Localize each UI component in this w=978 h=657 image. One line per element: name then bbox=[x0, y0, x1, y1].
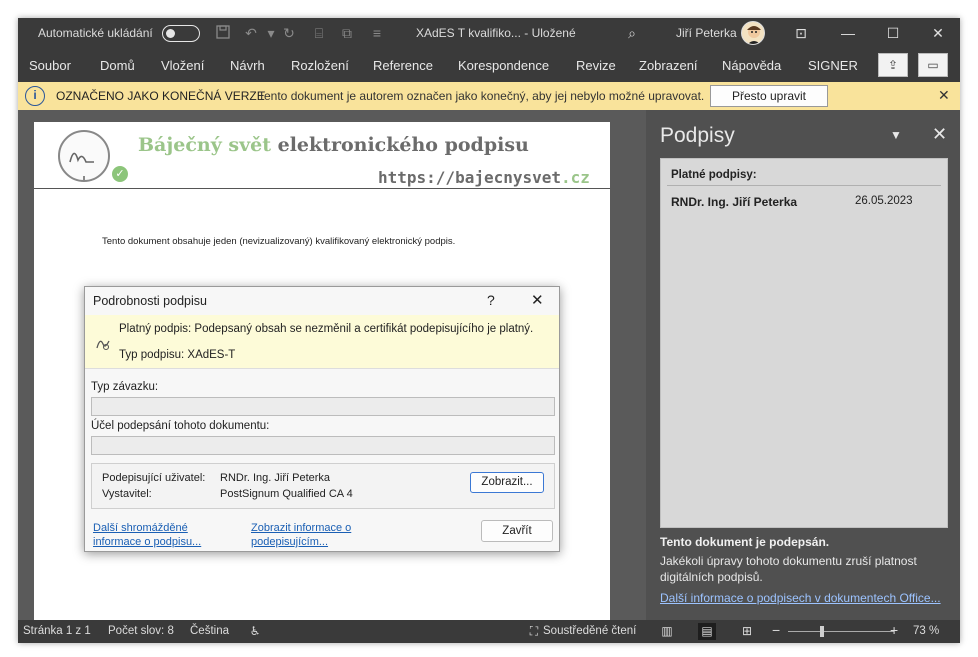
dialog-title: Podrobnosti podpisu bbox=[93, 294, 207, 308]
zoom-slider[interactable] bbox=[788, 631, 894, 632]
web-layout-icon[interactable]: ⊞ bbox=[738, 623, 756, 640]
document-heading: Báječný svět elektronického podpisu bbox=[138, 134, 529, 156]
menu-soubor[interactable]: Soubor bbox=[29, 58, 71, 73]
comments-icon[interactable]: ▭ bbox=[918, 53, 948, 77]
read-mode-icon[interactable]: ▥ bbox=[658, 623, 676, 640]
autosave-label: Automatické ukládání bbox=[38, 26, 153, 40]
maximize-icon[interactable]: ☐ bbox=[883, 23, 903, 43]
commitment-type-label: Typ závazku: bbox=[91, 381, 159, 393]
signing-purpose-field[interactable] bbox=[91, 436, 555, 455]
heading-part1: Báječný svět bbox=[138, 134, 271, 156]
zoom-out-button[interactable]: − bbox=[772, 622, 780, 638]
close-window-icon[interactable]: ✕ bbox=[928, 23, 948, 43]
focus-icon[interactable]: ⛶ bbox=[525, 623, 543, 640]
signatures-pane: Podpisy ▼ ✕ Platné podpisy: RNDr. Ing. J… bbox=[646, 110, 960, 620]
signer-info-group: Podepisující uživatel: RNDr. Ing. Jiří P… bbox=[91, 463, 555, 509]
document-signed-title: Tento dokument je podepsán. bbox=[660, 535, 830, 549]
info-icon: i bbox=[25, 86, 45, 106]
menu-domu[interactable]: Domů bbox=[100, 58, 135, 73]
menu-navrh[interactable]: Návrh bbox=[230, 58, 265, 73]
url-part2: .cz bbox=[561, 168, 590, 187]
signature-status-panel: Platný podpis: Podepsaný obsah se nezměn… bbox=[85, 315, 559, 369]
infobar-close-icon[interactable]: ✕ bbox=[938, 87, 950, 104]
search-icon[interactable]: ⌕ bbox=[623, 24, 641, 42]
issuer-value: PostSignum Qualified CA 4 bbox=[220, 488, 353, 500]
signature-warning-text: Jakékoli úpravy tohoto dokumentu zruší p… bbox=[660, 554, 917, 584]
page-count[interactable]: Stránka 1 z 1 bbox=[23, 625, 91, 637]
zoom-slider-thumb[interactable] bbox=[820, 626, 824, 637]
final-version-infobar: i OZNAČENO JAKO KONEČNÁ VERZE Tento doku… bbox=[18, 82, 960, 110]
signature-valid-icon bbox=[95, 335, 111, 354]
avatar[interactable] bbox=[741, 21, 765, 45]
language-status[interactable]: Čeština bbox=[190, 625, 229, 637]
document-url: https://bajecnysvet.cz bbox=[378, 168, 590, 187]
menu-vlozeni[interactable]: Vložení bbox=[161, 58, 204, 73]
print-layout-icon[interactable]: ▤ bbox=[698, 623, 716, 640]
zoom-in-button[interactable]: + bbox=[890, 622, 898, 638]
layout-icon[interactable]: ⧉ bbox=[338, 24, 356, 42]
show-certificate-button[interactable]: Zobrazit... bbox=[470, 472, 544, 493]
menu-revize[interactable]: Revize bbox=[576, 58, 616, 73]
signing-user-label: Podepisující uživatel: bbox=[102, 472, 206, 484]
globe-logo-icon: ✓ bbox=[58, 130, 128, 184]
share-icon[interactable]: ⇪ bbox=[878, 53, 908, 77]
infobar-message: Tento dokument je autorem označen jako k… bbox=[258, 89, 705, 103]
zoom-level[interactable]: 73 % bbox=[913, 625, 939, 637]
menu-korespondence[interactable]: Korespondence bbox=[458, 58, 549, 73]
signatures-pane-title: Podpisy bbox=[660, 124, 735, 147]
customize-qat-icon[interactable]: ≡ bbox=[368, 24, 386, 42]
signature-details-dialog: Podrobnosti podpisu ? ✕ Platný podpis: P… bbox=[84, 286, 560, 552]
header-divider bbox=[34, 188, 610, 189]
accessibility-icon[interactable]: ♿ bbox=[246, 623, 264, 640]
edit-anyway-button[interactable]: Přesto upravit bbox=[710, 85, 828, 107]
valid-signatures-header: Platné podpisy: bbox=[671, 169, 757, 181]
dialog-close-icon[interactable]: ✕ bbox=[531, 291, 544, 309]
signing-purpose-label: Účel podepsání tohoto dokumentu: bbox=[91, 420, 270, 432]
redo-icon[interactable]: ↻ bbox=[280, 24, 298, 42]
document-body-text: Tento dokument obsahuje jeden (nevizuali… bbox=[102, 236, 456, 247]
undo-icon[interactable]: ↶ bbox=[242, 24, 260, 42]
help-icon[interactable]: ? bbox=[487, 292, 495, 308]
user-name[interactable]: Jiří Peterka bbox=[676, 26, 737, 40]
document-title[interactable]: XAdES T kvalifiko... - Uložené bbox=[416, 26, 576, 40]
check-icon: ✓ bbox=[112, 166, 128, 182]
signing-user-value: RNDr. Ing. Jiří Peterka bbox=[220, 472, 331, 484]
commitment-type-field[interactable] bbox=[91, 397, 555, 416]
focus-mode[interactable]: Soustředěné čtení bbox=[543, 625, 636, 637]
pane-close-icon[interactable]: ✕ bbox=[932, 124, 947, 145]
word-count[interactable]: Počet slov: 8 bbox=[108, 625, 174, 637]
minimize-icon[interactable]: — bbox=[838, 23, 858, 43]
issuer-label: Vystavitel: bbox=[102, 488, 152, 500]
title-bar: Automatické ukládání ↶ ▾ ↻ ⌸ ⧉ ≡ XAdES T… bbox=[18, 18, 960, 48]
menu-napoveda[interactable]: Nápověda bbox=[722, 58, 781, 73]
more-signature-info-link[interactable]: Další shromážděné informace o podpisu... bbox=[93, 521, 223, 549]
signer-info-link[interactable]: Zobrazit informace o podepisujícím... bbox=[251, 521, 371, 549]
menu-signer[interactable]: SIGNER bbox=[808, 58, 858, 73]
infobar-title: OZNAČENO JAKO KONEČNÁ VERZE bbox=[56, 89, 265, 103]
spelling-icon[interactable]: ⌸ bbox=[310, 24, 328, 42]
menu-reference[interactable]: Reference bbox=[373, 58, 433, 73]
menu-rozlozeni[interactable]: Rozložení bbox=[291, 58, 349, 73]
word-window: Automatické ukládání ↶ ▾ ↻ ⌸ ⧉ ≡ XAdES T… bbox=[18, 18, 960, 643]
save-icon[interactable] bbox=[214, 24, 232, 42]
signatures-list: Platné podpisy: RNDr. Ing. Jiří Peterka … bbox=[660, 158, 948, 528]
more-info-signatures-link[interactable]: Další informace o podpisech v dokumentec… bbox=[660, 591, 941, 605]
signature-type: Typ podpisu: XAdES-T bbox=[119, 349, 236, 361]
heading-part2: elektronického podpisu bbox=[277, 134, 529, 156]
pane-options-dropdown-icon[interactable]: ▼ bbox=[890, 128, 902, 142]
signature-status-text: Platný podpis: Podepsaný obsah se nezměn… bbox=[119, 323, 534, 335]
ribbon-display-icon[interactable]: ⊡ bbox=[791, 23, 811, 43]
menu-zobrazeni[interactable]: Zobrazení bbox=[639, 58, 698, 73]
status-bar: Stránka 1 z 1 Počet slov: 8 Čeština ♿ ⛶ … bbox=[18, 620, 960, 643]
signature-item-date[interactable]: 26.05.2023 bbox=[855, 195, 913, 207]
signatures-divider bbox=[667, 185, 941, 186]
undo-dropdown-icon[interactable]: ▾ bbox=[262, 24, 280, 42]
dialog-close-button[interactable]: Zavřít bbox=[481, 520, 553, 542]
autosave-toggle[interactable] bbox=[162, 25, 200, 42]
signature-item-signer[interactable]: RNDr. Ing. Jiří Peterka bbox=[671, 195, 797, 209]
url-part1: https://bajecnysvet bbox=[378, 168, 562, 187]
menu-bar: Soubor Domů Vložení Návrh Rozložení Refe… bbox=[18, 48, 960, 82]
